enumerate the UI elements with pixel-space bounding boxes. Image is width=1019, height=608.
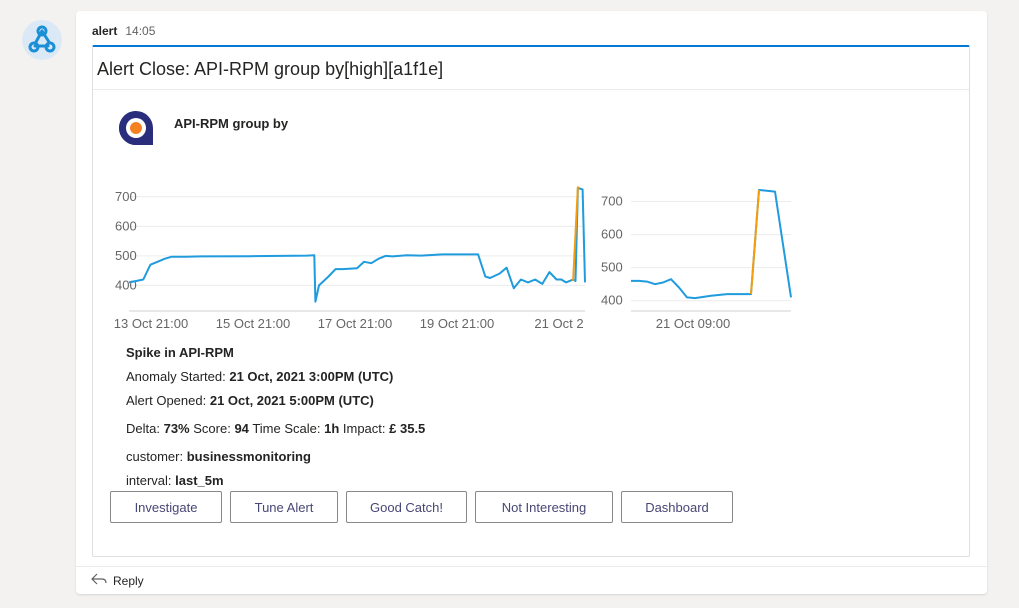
y-tick-label: 600	[115, 218, 137, 233]
impact-value: £ 35.5	[389, 421, 426, 436]
card-title: Alert Close: API-RPM group by[high][a1f1…	[93, 47, 969, 90]
main-line-chart: 700 600 500 400 13 Oct 21:00 15 Oct 21:00 17 O…	[114, 186, 586, 331]
delta-label: Delta:	[126, 421, 160, 436]
customer-dimension: customer: businessmonitoring	[126, 445, 425, 469]
good-catch-button[interactable]: Good Catch!	[346, 491, 467, 523]
anodot-logo-icon	[117, 109, 155, 147]
customer-label: customer:	[126, 449, 184, 464]
message-header: alert 14:05	[92, 24, 155, 38]
interval-value: last_5m	[175, 473, 224, 488]
adaptive-card: Alert Close: API-RPM group by[high][a1f1…	[92, 45, 970, 557]
x-tick-label: 17 Oct 21:00	[318, 316, 392, 331]
timescale-value: 1h	[324, 421, 340, 436]
y-tick-label: 500	[601, 260, 623, 275]
zoom-line-chart: 700 600 500 400 21 Oct 09:00	[601, 189, 792, 331]
y-tick-label: 700	[115, 189, 137, 204]
anomaly-started: Anomaly Started: 21 Oct, 2021 3:00PM (UT…	[126, 365, 425, 389]
score-label: Score:	[193, 421, 231, 436]
alert-metrics: Delta: 73% Score: 94 Time Scale: 1h Impa…	[126, 417, 425, 441]
y-tick-label: 400	[115, 277, 137, 292]
y-tick-label: 600	[601, 227, 623, 242]
score-value: 94	[234, 421, 249, 436]
y-tick-label: 700	[601, 194, 623, 209]
sender-name[interactable]: alert	[92, 24, 117, 38]
action-buttons: Investigate Tune Alert Good Catch! Not I…	[110, 491, 733, 523]
series-line	[750, 189, 760, 295]
alert-subject: API-RPM group by	[174, 116, 289, 131]
x-tick-label: 13 Oct 21:00	[114, 316, 188, 331]
message-bubble: alert 14:05 Alert Close: API-RPM group b…	[76, 11, 987, 594]
x-tick-label: 15 Oct 21:00	[216, 316, 290, 331]
y-tick-label: 400	[601, 293, 623, 308]
not-interesting-button[interactable]: Not Interesting	[475, 491, 613, 523]
interval-dimension: interval: last_5m	[126, 469, 425, 493]
reply-arrow-icon	[91, 573, 107, 588]
alert-opened: Alert Opened: 21 Oct, 2021 5:00PM (UTC)	[126, 389, 425, 413]
impact-label: Impact:	[342, 421, 386, 436]
y-tick-label: 500	[115, 248, 137, 263]
customer-value: businessmonitoring	[186, 449, 311, 464]
anomaly-heading: Spike in API-RPM	[126, 345, 234, 360]
x-tick-label: 19 Oct 21:00	[420, 316, 494, 331]
x-tick-label: 21 Oct 09:00	[656, 316, 730, 331]
series-line	[631, 189, 792, 300]
anomaly-started-label: Anomaly Started:	[126, 369, 226, 384]
reply-label[interactable]: Reply	[113, 574, 144, 588]
alert-opened-label: Alert Opened:	[126, 393, 207, 408]
message-time: 14:05	[125, 24, 156, 38]
series-line	[128, 187, 586, 303]
interval-label: interval:	[126, 473, 172, 488]
alert-details: Spike in API-RPM Anomaly Started: 21 Oct…	[126, 341, 425, 493]
alert-opened-value: 21 Oct, 2021 5:00PM (UTC)	[209, 393, 374, 408]
tune-alert-button[interactable]: Tune Alert	[230, 491, 338, 523]
timescale-label: Time Scale:	[252, 421, 321, 436]
investigate-button[interactable]: Investigate	[110, 491, 222, 523]
webhook-icon	[22, 20, 62, 60]
delta-value: 73%	[163, 421, 190, 436]
reply-bar[interactable]: Reply	[76, 566, 987, 594]
dashboard-button[interactable]: Dashboard	[621, 491, 733, 523]
x-tick-label: 21 Oct 2	[534, 316, 583, 331]
anomaly-started-value: 21 Oct, 2021 3:00PM (UTC)	[229, 369, 394, 384]
